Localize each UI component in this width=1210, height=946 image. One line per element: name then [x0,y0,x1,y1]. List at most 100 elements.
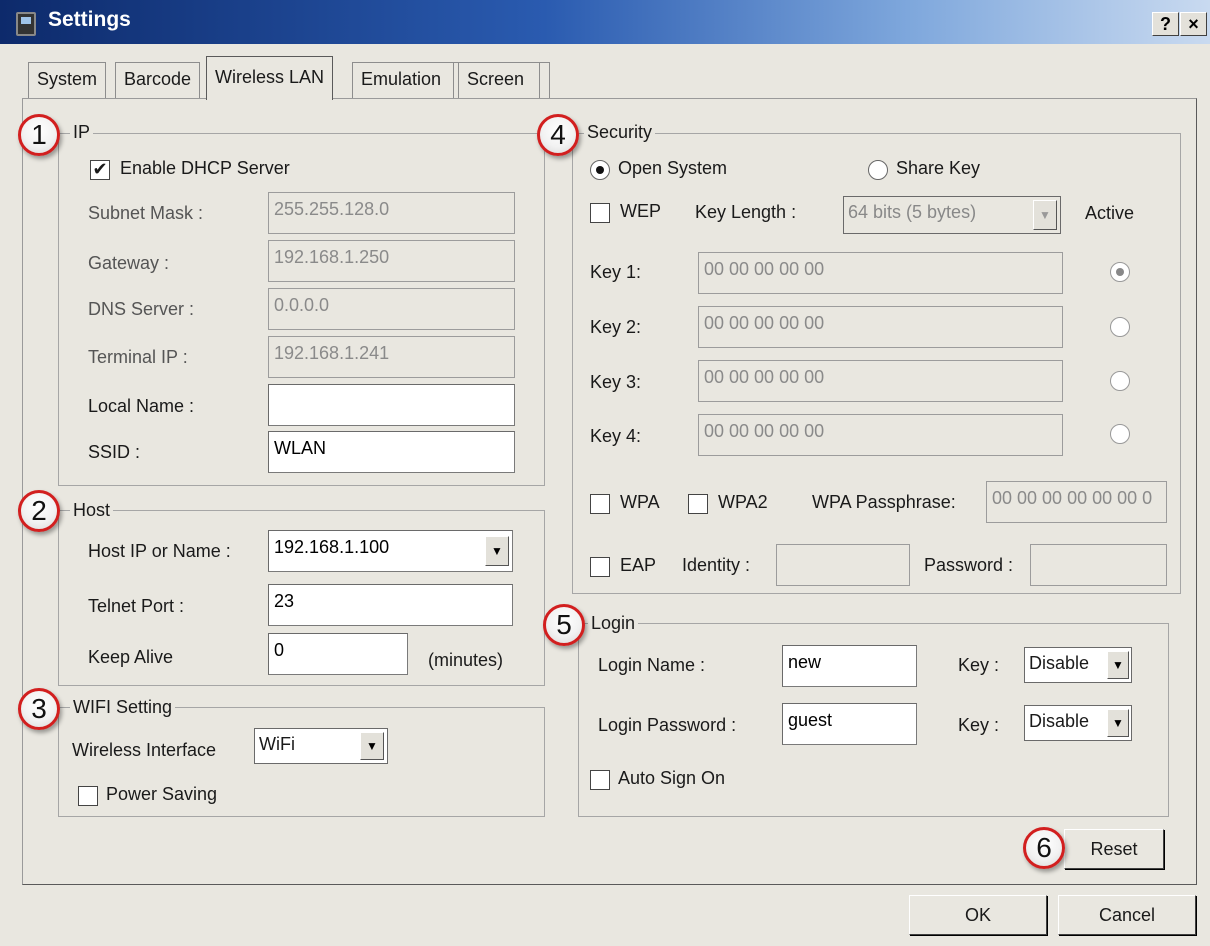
wifi-group-title: WIFI Setting [70,697,176,718]
key-4-field[interactable]: 00 00 00 00 00 [698,414,1063,456]
login-name-key-label: Key : [958,655,1000,675]
close-button[interactable]: × [1180,12,1207,36]
ok-button[interactable]: OK [909,895,1047,935]
login-password-key-combo[interactable]: Disable ▼ [1024,705,1132,741]
login-group-title: Login [588,613,639,634]
login-password-field[interactable]: guest [782,703,917,745]
key-3-label: Key 3: [590,372,642,392]
host-group-title: Host [70,500,114,521]
password-field[interactable] [1030,544,1167,586]
login-password-key-label: Key : [958,715,1000,735]
key-2-label: Key 2: [590,317,642,337]
telnet-port-label: Telnet Port : [88,596,185,616]
dns-label: DNS Server : [88,299,195,319]
key-2-active-radio[interactable] [1110,317,1130,337]
tab-wireless-lan[interactable]: Wireless LAN [206,56,334,100]
share-key-label: Share Key [896,158,981,178]
wpa-label: WPA [620,492,660,512]
login-name-field[interactable]: new [782,645,917,687]
window-title: Settings [48,8,131,31]
open-system-label: Open System [618,158,728,178]
host-ip-dropdown-icon[interactable]: ▼ [485,536,509,566]
auto-sign-on-label: Auto Sign On [618,768,726,788]
wireless-interface-label: Wireless Interface [72,740,217,760]
wireless-interface-value: WiFi [259,734,295,754]
badge-1: 1 [18,114,60,156]
telnet-port-field[interactable]: 23 [268,584,513,626]
key-4-label: Key 4: [590,426,642,446]
reset-button[interactable]: Reset [1064,829,1164,869]
subnet-label: Subnet Mask : [88,203,204,223]
tab-system[interactable]: System [28,62,107,98]
login-password-key-value: Disable [1029,711,1090,731]
terminal-ip-field[interactable]: 192.168.1.241 [268,336,515,378]
wep-checkbox[interactable] [590,203,610,223]
dhcp-label: Enable DHCP Server [120,158,290,178]
wpa2-checkbox[interactable] [688,494,708,514]
key-1-field[interactable]: 00 00 00 00 00 [698,252,1063,294]
open-system-radio[interactable] [590,160,610,180]
app-icon [16,12,36,36]
badge-3: 3 [18,688,60,730]
help-button[interactable]: ? [1152,12,1179,36]
power-saving-checkbox[interactable] [78,786,98,806]
wpa-passphrase-field[interactable]: 00 00 00 00 00 00 0 [986,481,1167,523]
power-saving-label: Power Saving [106,784,218,804]
ssid-label: SSID : [88,442,141,462]
key-4-active-radio[interactable] [1110,424,1130,444]
wep-label: WEP [620,201,662,221]
login-password-key-dropdown-icon[interactable]: ▼ [1107,709,1129,737]
host-ip-combo[interactable]: 192.168.1.100 ▼ [268,530,513,572]
subnet-mask-field[interactable]: 255.255.128.0 [268,192,515,234]
badge-6: 6 [1023,827,1065,869]
wireless-interface-dropdown-icon[interactable]: ▼ [360,732,384,760]
cancel-button[interactable]: Cancel [1058,895,1196,935]
login-name-key-dropdown-icon[interactable]: ▼ [1107,651,1129,679]
login-name-label: Login Name : [598,655,706,675]
key-2-field[interactable]: 00 00 00 00 00 [698,306,1063,348]
ssid-field[interactable]: WLAN [268,431,515,473]
login-name-key-value: Disable [1029,653,1090,673]
badge-4: 4 [537,114,579,156]
wpa-passphrase-label: WPA Passphrase: [812,492,956,512]
badge-5: 5 [543,604,585,646]
key-1-active-radio[interactable] [1110,262,1130,282]
login-password-label: Login Password : [598,715,737,735]
wpa-checkbox[interactable] [590,494,610,514]
keep-alive-field[interactable]: 0 [268,633,408,675]
security-group-title: Security [584,122,656,143]
key-length-dropdown-icon[interactable]: ▼ [1033,200,1057,230]
keep-alive-label: Keep Alive [88,647,174,667]
gateway-label: Gateway : [88,253,170,273]
title-bar [0,0,1210,44]
eap-checkbox[interactable] [590,557,610,577]
auto-sign-on-checkbox[interactable] [590,770,610,790]
key-1-label: Key 1: [590,262,642,282]
key-length-value: 64 bits (5 bytes) [848,202,977,222]
tab-screen[interactable]: Screen [458,62,540,98]
key-3-active-radio[interactable] [1110,371,1130,391]
share-key-radio[interactable] [868,160,888,180]
gateway-field[interactable]: 192.168.1.250 [268,240,515,282]
tab-emulation[interactable]: Emulation [352,62,454,98]
wireless-interface-combo[interactable]: WiFi ▼ [254,728,388,764]
terminal-ip-label: Terminal IP : [88,347,188,367]
dns-server-field[interactable]: 0.0.0.0 [268,288,515,330]
identity-field[interactable] [776,544,910,586]
tab-barcode[interactable]: Barcode [115,62,201,98]
eap-label: EAP [620,555,657,575]
keep-alive-unit: (minutes) [428,650,504,670]
host-ip-label: Host IP or Name : [88,541,231,561]
password-label: Password : [924,555,1014,575]
dhcp-checkbox[interactable]: ✔ [90,160,110,180]
key-length-combo[interactable]: 64 bits (5 bytes) ▼ [843,196,1061,234]
wpa2-label: WPA2 [718,492,768,512]
ip-group-title: IP [70,122,94,143]
key-length-label: Key Length : [695,202,797,222]
host-ip-value: 192.168.1.100 [274,537,390,557]
identity-label: Identity : [682,555,751,575]
key-3-field[interactable]: 00 00 00 00 00 [698,360,1063,402]
local-name-field[interactable] [268,384,515,426]
badge-2: 2 [18,490,60,532]
login-name-key-combo[interactable]: Disable ▼ [1024,647,1132,683]
